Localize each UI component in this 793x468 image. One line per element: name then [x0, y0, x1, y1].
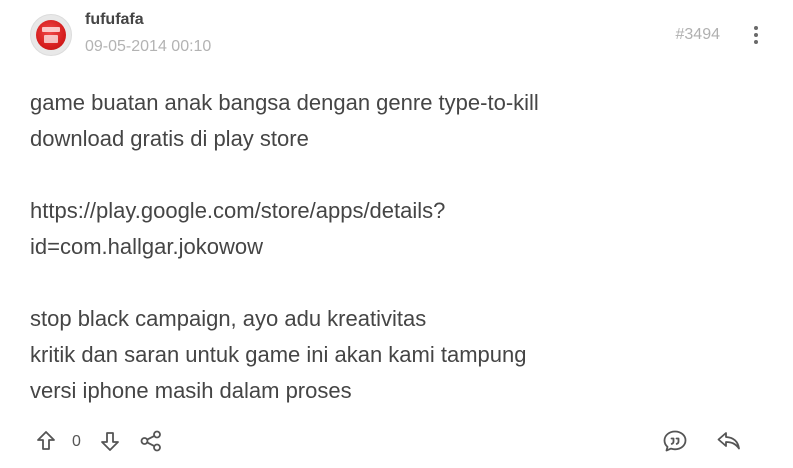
post-timestamp: 09-05-2014 00:10	[85, 38, 212, 55]
content-link-line[interactable]: id=com.hallgar.jokowow	[30, 229, 763, 265]
post-card: fufufafa 09-05-2014 00:10 #3494 game bua…	[0, 0, 793, 468]
post-actions: 0	[30, 425, 763, 457]
vote-count: 0	[72, 433, 81, 450]
content-blank-line	[30, 265, 763, 301]
content-line: kritik dan saran untuk game ini akan kam…	[30, 342, 527, 367]
username[interactable]: fufufafa	[85, 10, 144, 30]
content-line: download gratis di play store	[30, 126, 309, 151]
content-link-line[interactable]: https://play.google.com/store/apps/detai…	[30, 193, 763, 229]
post-content: game buatan anak bangsa dengan genre typ…	[30, 85, 763, 409]
post-header: fufufafa 09-05-2014 00:10 #3494	[30, 10, 763, 62]
avatar[interactable]	[30, 14, 72, 56]
content-line: game buatan anak bangsa dengan genre typ…	[30, 90, 539, 115]
more-vertical-icon[interactable]	[749, 24, 763, 46]
arrow-up-icon[interactable]	[34, 429, 58, 453]
share-icon[interactable]	[139, 429, 163, 453]
content-blank-line	[30, 157, 763, 193]
content-line: stop black campaign, ayo adu kreativitas	[30, 306, 427, 331]
avatar-image	[36, 20, 66, 50]
quote-icon[interactable]	[662, 429, 687, 453]
post-number[interactable]: #3494	[676, 25, 721, 45]
reply-icon[interactable]	[716, 429, 740, 453]
arrow-down-icon[interactable]	[98, 429, 122, 453]
content-line: versi iphone masih dalam proses	[30, 378, 352, 403]
